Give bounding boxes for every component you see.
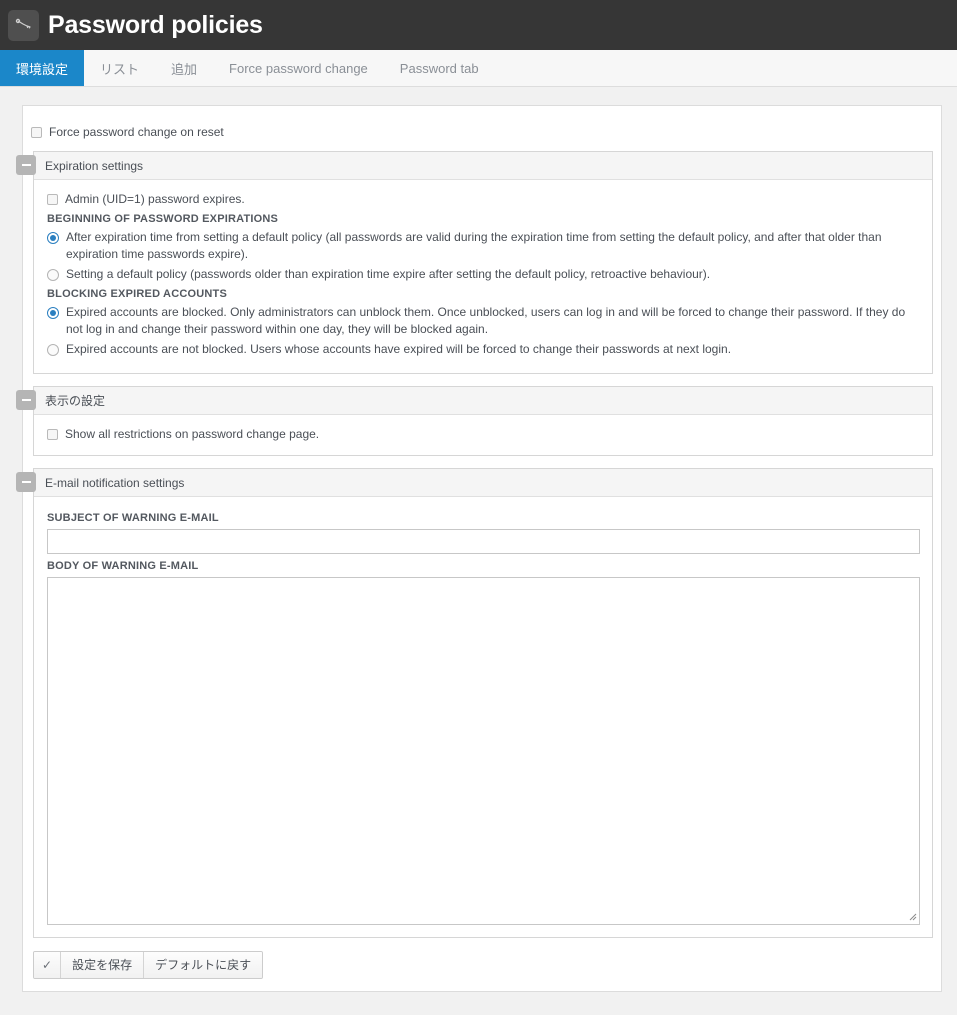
minus-icon[interactable] xyxy=(16,390,36,410)
settings-panel: Force password change on reset Expiratio… xyxy=(22,105,942,992)
tab-kankyou-settei[interactable]: 環境設定 xyxy=(0,50,84,86)
blocking-option-not-blocked-radio[interactable] xyxy=(47,344,59,356)
show-all-restrictions-checkbox[interactable] xyxy=(47,429,58,440)
section-expiration-title: Expiration settings xyxy=(45,159,143,173)
beginning-option-after-expiration[interactable]: After expiration time from setting a def… xyxy=(47,229,920,263)
force-password-change-on-reset-row: Force password change on reset xyxy=(23,118,941,151)
title-bar: Password policies xyxy=(0,0,957,50)
show-all-restrictions-label: Show all restrictions on password change… xyxy=(65,426,319,443)
admin-password-expires-option[interactable]: Admin (UID=1) password expires. xyxy=(47,191,920,208)
body-of-warning-email-textarea[interactable] xyxy=(47,577,920,925)
blocking-option-not-blocked[interactable]: Expired accounts are not blocked. Users … xyxy=(47,341,920,358)
save-settings-button[interactable]: 設定を保存 xyxy=(61,952,144,978)
save-check-icon[interactable]: ✓ xyxy=(34,952,61,978)
beginning-option-after-expiration-label: After expiration time from setting a def… xyxy=(66,229,920,263)
reset-to-defaults-button[interactable]: デフォルトに戻す xyxy=(144,952,262,978)
subject-of-warning-email-label: SUBJECT OF WARNING E-MAIL xyxy=(47,512,920,524)
force-password-change-on-reset-option[interactable]: Force password change on reset xyxy=(31,124,941,141)
beginning-option-setting-default-policy[interactable]: Setting a default policy (passwords olde… xyxy=(47,266,920,283)
minus-icon[interactable] xyxy=(16,155,36,175)
section-email-body: SUBJECT OF WARNING E-MAIL BODY OF WARNIN… xyxy=(34,497,932,937)
beginning-option-after-expiration-radio[interactable] xyxy=(47,232,59,244)
tab-list[interactable]: リスト xyxy=(84,50,155,86)
beginning-of-password-expirations-label: BEGINNING OF PASSWORD EXPIRATIONS xyxy=(47,213,920,225)
section-display-title: 表示の設定 xyxy=(45,392,105,409)
page-content: Force password change on reset Expiratio… xyxy=(0,87,957,992)
blocking-option-blocked-label: Expired accounts are blocked. Only admin… xyxy=(66,304,920,338)
save-button-group: ✓ 設定を保存 デフォルトに戻す xyxy=(33,951,263,979)
section-display-header[interactable]: 表示の設定 xyxy=(34,387,932,415)
page-title: Password policies xyxy=(48,13,263,38)
beginning-option-setting-default-policy-radio[interactable] xyxy=(47,269,59,281)
section-email-notification-settings: E-mail notification settings SUBJECT OF … xyxy=(33,468,933,938)
section-display-settings: 表示の設定 Show all restrictions on password … xyxy=(33,386,933,456)
force-password-change-on-reset-label: Force password change on reset xyxy=(49,124,224,141)
section-display-body: Show all restrictions on password change… xyxy=(34,415,932,455)
tab-password-tab[interactable]: Password tab xyxy=(384,50,495,86)
tab-add[interactable]: 追加 xyxy=(155,50,213,86)
body-of-warning-email-wrap xyxy=(47,577,920,925)
subject-of-warning-email-input[interactable] xyxy=(47,529,920,554)
admin-password-expires-label: Admin (UID=1) password expires. xyxy=(65,191,245,208)
force-password-change-on-reset-checkbox[interactable] xyxy=(31,127,42,138)
beginning-option-setting-default-policy-label: Setting a default policy (passwords olde… xyxy=(66,266,714,283)
show-all-restrictions-option[interactable]: Show all restrictions on password change… xyxy=(47,426,920,443)
section-expiration-settings: Expiration settings Admin (UID=1) passwo… xyxy=(33,151,933,374)
blocking-option-not-blocked-label: Expired accounts are not blocked. Users … xyxy=(66,341,735,358)
body-of-warning-email-label: BODY OF WARNING E-MAIL xyxy=(47,560,920,572)
minus-icon[interactable] xyxy=(16,472,36,492)
section-expiration-header[interactable]: Expiration settings xyxy=(34,152,932,180)
admin-password-expires-checkbox[interactable] xyxy=(47,194,58,205)
section-email-title: E-mail notification settings xyxy=(45,476,184,490)
blocking-expired-accounts-label: BLOCKING EXPIRED ACCOUNTS xyxy=(47,288,920,300)
section-expiration-body: Admin (UID=1) password expires. BEGINNIN… xyxy=(34,180,932,373)
section-email-header[interactable]: E-mail notification settings xyxy=(34,469,932,497)
tab-bar: 環境設定 リスト 追加 Force password change Passwo… xyxy=(0,50,957,87)
key-icon xyxy=(8,10,39,41)
blocking-option-blocked-radio[interactable] xyxy=(47,307,59,319)
form-actions: ✓ 設定を保存 デフォルトに戻す xyxy=(23,938,941,979)
blocking-option-blocked[interactable]: Expired accounts are blocked. Only admin… xyxy=(47,304,920,338)
tab-force-password-change[interactable]: Force password change xyxy=(213,50,384,86)
